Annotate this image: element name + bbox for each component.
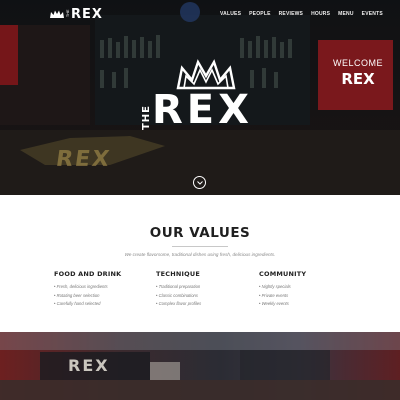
nav-links: VALUES PEOPLE REVIEWS HOURS MENU EVENTS <box>220 11 391 17</box>
values-title: OUR VALUES <box>149 225 251 241</box>
values-column-food-and-drink: FOOD AND DRINK Fresh, delicious ingredie… <box>54 270 149 309</box>
values-column-community: COMMUNITY Nightly specials Private event… <box>259 270 354 309</box>
list-item: Weekly events <box>259 300 354 309</box>
values-divider <box>172 246 228 247</box>
list-item: Private events <box>259 292 354 301</box>
list-item: Rotating beer selection <box>54 292 149 301</box>
navbar: THE REX VALUES PEOPLE REVIEWS HOURS MENU… <box>0 0 400 28</box>
list-item: Fresh, delicious ingredients <box>54 283 149 292</box>
hero-logo-small: THE <box>141 104 153 131</box>
nav-link-hours[interactable]: HOURS <box>311 11 330 17</box>
nav-logo-small: THE <box>66 9 70 17</box>
nav-logo[interactable]: THE REX <box>50 6 103 22</box>
hero-logo-text: REX <box>152 87 253 133</box>
nav-link-menu[interactable]: MENU <box>338 11 354 17</box>
column-heading: FOOD AND DRINK <box>54 270 122 278</box>
nav-link-events[interactable]: EVENTS <box>362 11 383 17</box>
nav-link-values[interactable]: VALUES <box>220 11 241 17</box>
values-column-technique: TECHNIQUE Traditional preparation Classi… <box>156 270 251 309</box>
mirror-text: REX <box>54 147 113 172</box>
hero-logo: THE REX <box>138 58 268 138</box>
people-photo-section: REX <box>0 332 400 400</box>
nav-link-reviews[interactable]: REVIEWS <box>279 11 303 17</box>
column-heading: COMMUNITY <box>259 270 307 278</box>
list-item: Traditional preparation <box>156 283 251 292</box>
crown-icon <box>176 59 236 90</box>
people-sign-text: REX <box>68 356 110 375</box>
column-heading: TECHNIQUE <box>156 270 200 278</box>
scroll-down-button[interactable] <box>193 176 206 189</box>
list-item: Carefully hand selected <box>54 300 149 309</box>
values-intro: We create flavorsome, traditional dishes… <box>124 252 276 257</box>
chevron-down-icon <box>196 180 203 185</box>
list-item: Classic combinations <box>156 292 251 301</box>
welcome-sign-line1: WELCOME <box>332 58 383 68</box>
crown-icon <box>50 10 64 18</box>
welcome-sign: WELCOME REX <box>328 58 388 88</box>
people-background-photo <box>0 332 400 400</box>
values-section: OUR VALUES We create flavorsome, traditi… <box>0 195 400 332</box>
list-item: Nightly specials <box>259 283 354 292</box>
welcome-sign-line2: REX <box>341 70 375 88</box>
nav-logo-text: REX <box>71 6 103 22</box>
hero-section: WELCOME REX REX THE REX VALUES PEOPLE RE… <box>0 0 400 195</box>
list-item: Complex flavor profiles <box>156 300 251 309</box>
nav-link-people[interactable]: PEOPLE <box>249 11 270 17</box>
